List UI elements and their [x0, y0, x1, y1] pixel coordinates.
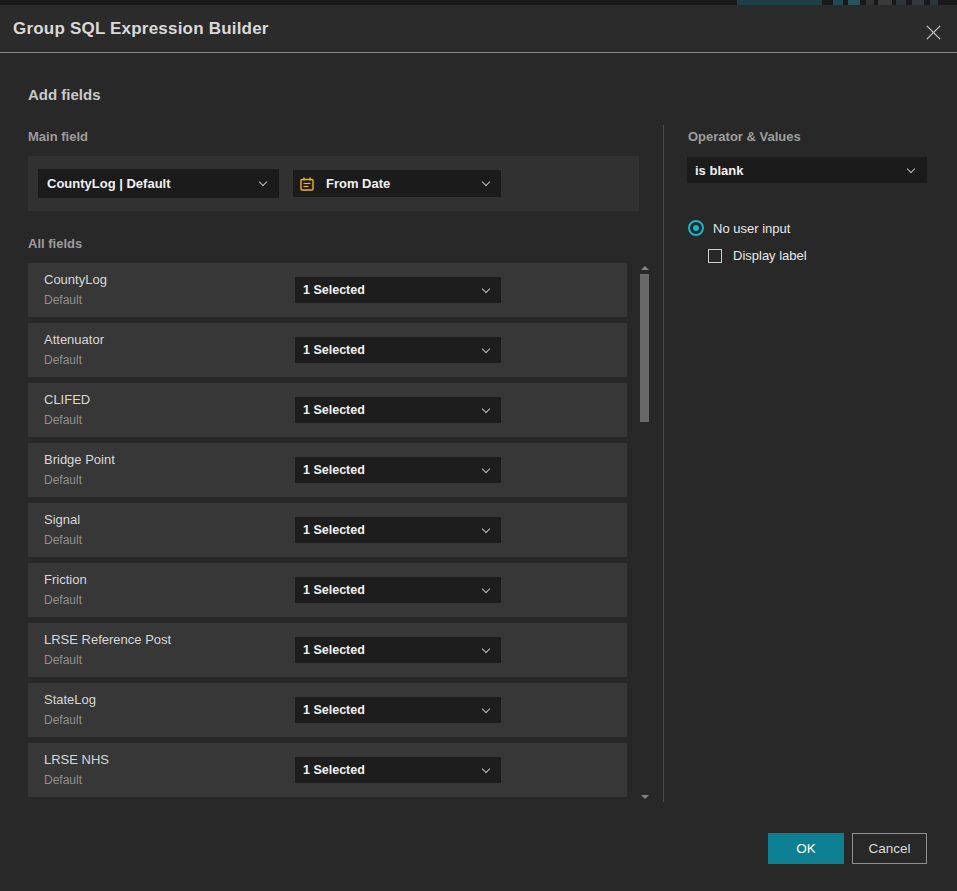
- selection-count-label: 1 Selected: [303, 643, 365, 657]
- chevron-down-icon: [482, 704, 490, 712]
- field-sublabel: Default: [44, 713, 82, 727]
- field-row: Friction Default 1 Selected: [28, 563, 627, 617]
- close-icon[interactable]: [924, 23, 943, 42]
- field-row: LRSE Reference Post Default 1 Selected: [28, 623, 627, 677]
- dialog-title: Group SQL Expression Builder: [13, 5, 269, 52]
- chevron-down-icon: [482, 584, 490, 592]
- field-selection-dropdown[interactable]: 1 Selected: [295, 517, 501, 543]
- selection-count-label: 1 Selected: [303, 763, 365, 777]
- field-row: StateLog Default 1 Selected: [28, 683, 627, 737]
- selection-count-label: 1 Selected: [303, 703, 365, 717]
- title-divider: [0, 52, 957, 53]
- field-sublabel: Default: [44, 293, 82, 307]
- field-row: CLIFED Default 1 Selected: [28, 383, 627, 437]
- main-field-label: Main field: [28, 129, 88, 144]
- main-field-dropdown-value: From Date: [326, 176, 390, 191]
- field-row: LRSE NHS Default 1 Selected: [28, 743, 627, 797]
- all-fields-label: All fields: [28, 236, 82, 251]
- field-name: StateLog: [44, 692, 96, 707]
- calendar-icon: [300, 177, 314, 191]
- field-sublabel: Default: [44, 773, 82, 787]
- field-sublabel: Default: [44, 593, 82, 607]
- field-sublabel: Default: [44, 533, 82, 547]
- field-selection-dropdown[interactable]: 1 Selected: [295, 697, 501, 723]
- operator-dropdown-value: is blank: [695, 163, 743, 178]
- selection-count-label: 1 Selected: [303, 523, 365, 537]
- scrollbar-up-arrow[interactable]: [641, 266, 649, 270]
- selection-count-label: 1 Selected: [303, 403, 365, 417]
- field-row: Signal Default 1 Selected: [28, 503, 627, 557]
- display-label-label: Display label: [733, 248, 807, 263]
- main-field-dropdown[interactable]: From Date: [293, 170, 501, 197]
- field-selection-dropdown[interactable]: 1 Selected: [295, 637, 501, 663]
- selection-count-label: 1 Selected: [303, 283, 365, 297]
- chevron-down-icon: [482, 524, 490, 532]
- display-label-option[interactable]: Display label: [708, 248, 807, 263]
- field-row: Attenuator Default 1 Selected: [28, 323, 627, 377]
- field-name: Bridge Point: [44, 452, 115, 467]
- operator-dropdown[interactable]: is blank: [687, 157, 927, 183]
- vertical-divider: [663, 125, 664, 802]
- no-user-input-option[interactable]: No user input: [688, 220, 790, 236]
- no-user-input-label: No user input: [713, 221, 790, 236]
- field-name: Signal: [44, 512, 80, 527]
- field-name: LRSE NHS: [44, 752, 109, 767]
- field-row: CountyLog Default 1 Selected: [28, 263, 627, 317]
- field-sublabel: Default: [44, 653, 82, 667]
- layer-dropdown-value: CountyLog | Default: [47, 176, 171, 191]
- field-sublabel: Default: [44, 473, 82, 487]
- chevron-down-icon: [482, 284, 490, 292]
- checkbox-unchecked-icon[interactable]: [708, 249, 722, 263]
- chevron-down-icon: [907, 164, 915, 172]
- chevron-down-icon: [482, 464, 490, 472]
- field-selection-dropdown[interactable]: 1 Selected: [295, 337, 501, 363]
- field-name: CLIFED: [44, 392, 90, 407]
- chevron-down-icon: [482, 644, 490, 652]
- field-selection-dropdown[interactable]: 1 Selected: [295, 277, 501, 303]
- scrollbar-thumb[interactable]: [640, 274, 649, 422]
- layer-dropdown[interactable]: CountyLog | Default: [38, 169, 279, 198]
- field-name: Attenuator: [44, 332, 104, 347]
- cancel-button[interactable]: Cancel: [852, 833, 927, 864]
- field-selection-dropdown[interactable]: 1 Selected: [295, 577, 501, 603]
- field-row: Bridge Point Default 1 Selected: [28, 443, 627, 497]
- section-heading: Add fields: [28, 86, 101, 103]
- group-sql-expression-builder-dialog: Group SQL Expression Builder Add fields …: [0, 0, 957, 891]
- chevron-down-icon: [482, 404, 490, 412]
- ok-button[interactable]: OK: [768, 833, 844, 864]
- chevron-down-icon: [482, 178, 490, 186]
- scrollbar-down-arrow[interactable]: [641, 795, 649, 799]
- selection-count-label: 1 Selected: [303, 343, 365, 357]
- dialog-titlebar: Group SQL Expression Builder: [0, 5, 957, 52]
- radio-selected-icon[interactable]: [688, 220, 704, 236]
- selection-count-label: 1 Selected: [303, 583, 365, 597]
- field-selection-dropdown[interactable]: 1 Selected: [295, 457, 501, 483]
- chevron-down-icon: [482, 764, 490, 772]
- field-name: LRSE Reference Post: [44, 632, 171, 647]
- chevron-down-icon: [482, 344, 490, 352]
- field-sublabel: Default: [44, 413, 82, 427]
- field-sublabel: Default: [44, 353, 82, 367]
- field-selection-dropdown[interactable]: 1 Selected: [295, 397, 501, 423]
- field-selection-dropdown[interactable]: 1 Selected: [295, 757, 501, 783]
- field-name: Friction: [44, 572, 87, 587]
- chevron-down-icon: [259, 178, 267, 186]
- field-name: CountyLog: [44, 272, 107, 287]
- operator-values-label: Operator & Values: [688, 129, 801, 144]
- selection-count-label: 1 Selected: [303, 463, 365, 477]
